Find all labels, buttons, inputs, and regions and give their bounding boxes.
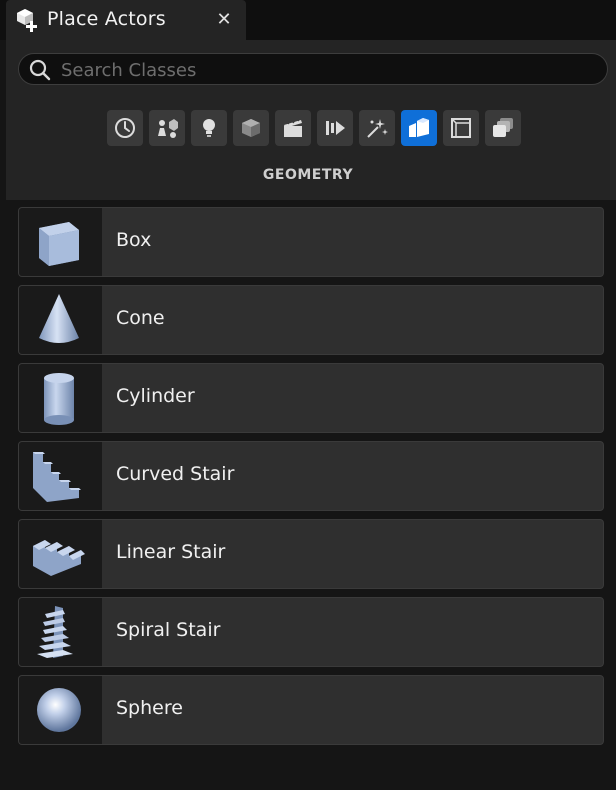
category-volumes[interactable] [443, 110, 479, 146]
list-item-sphere[interactable]: Sphere [18, 675, 604, 745]
cone-icon [39, 294, 79, 343]
category-cinematic[interactable] [275, 110, 311, 146]
cinematic-icon [284, 118, 302, 137]
thumbnail [19, 520, 102, 588]
cylinder-icon [44, 373, 74, 425]
list-item-box[interactable]: Box [18, 207, 604, 277]
thumbnail [19, 364, 102, 432]
shapes-icon [242, 119, 260, 137]
linear-stair-icon [33, 540, 85, 576]
category-lights[interactable] [191, 110, 227, 146]
category-all-classes[interactable] [485, 110, 521, 146]
geometry-icon [409, 118, 429, 137]
section-title: GEOMETRY [262, 167, 354, 183]
box-icon [39, 222, 79, 266]
place-actors-icon [14, 7, 40, 33]
close-tab-button[interactable]: ✕ [211, 7, 237, 33]
item-label: Box [116, 229, 152, 251]
particles-icon [367, 119, 388, 138]
category-geometry[interactable] [401, 110, 437, 146]
category-visual-effects[interactable] [317, 110, 353, 146]
curved-stair-icon [33, 452, 81, 502]
search-input[interactable] [59, 57, 593, 83]
item-label: Cone [116, 307, 165, 329]
basic-icon [158, 119, 178, 138]
list-item-cone[interactable]: Cone [18, 285, 604, 355]
tab-strip: Place Actors ✕ [0, 0, 616, 40]
item-label: Linear Stair [116, 541, 226, 563]
list-item-spiral-stair[interactable]: Spiral Stair [18, 597, 604, 667]
item-label: Sphere [116, 697, 183, 719]
thumbnail [19, 442, 102, 510]
item-label: Cylinder [116, 385, 195, 407]
visual-effects-icon [326, 121, 345, 135]
spiral-stair-icon [37, 606, 73, 658]
thumbnail [19, 208, 102, 276]
item-label: Spiral Stair [116, 619, 221, 641]
item-label: Curved Stair [116, 463, 235, 485]
all-classes-icon [493, 118, 513, 137]
place-actors-panel: GEOMETRY [6, 40, 616, 200]
thumbnail [19, 676, 102, 744]
list-item-linear-stair[interactable]: Linear Stair [18, 519, 604, 589]
thumbnail [19, 598, 102, 666]
volumes-icon [451, 118, 471, 138]
lights-icon [203, 119, 215, 137]
list-item-cylinder[interactable]: Cylinder [18, 363, 604, 433]
sphere-icon [37, 688, 81, 732]
category-recently-placed[interactable] [107, 110, 143, 146]
search-icon [29, 59, 51, 81]
category-particles[interactable] [359, 110, 395, 146]
list-item-curved-stair[interactable]: Curved Stair [18, 441, 604, 511]
recently-placed-icon [115, 118, 135, 138]
tab-title: Place Actors [47, 8, 166, 30]
category-shapes[interactable] [233, 110, 269, 146]
thumbnail [19, 286, 102, 354]
category-basic[interactable] [149, 110, 185, 146]
search-box[interactable] [18, 53, 608, 85]
place-actors-tab[interactable]: Place Actors ✕ [6, 0, 246, 40]
